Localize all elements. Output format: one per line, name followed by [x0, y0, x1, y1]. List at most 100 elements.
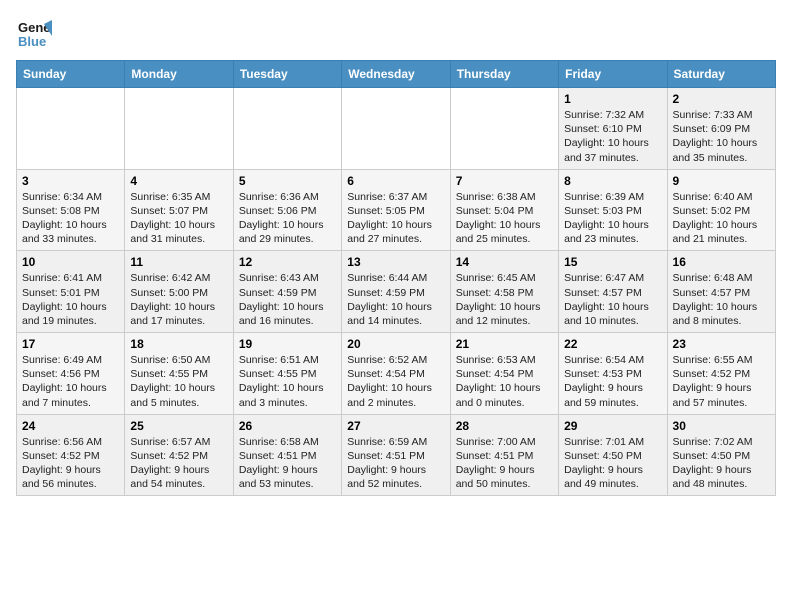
day-number: 16 [673, 255, 770, 269]
day-number: 9 [673, 174, 770, 188]
calendar-cell: 25 Sunrise: 6:57 AM Sunset: 4:52 PM Dayli… [125, 414, 233, 496]
day-number: 21 [456, 337, 553, 351]
calendar-cell: 28Sunrise: 7:00 AM Sunset: 4:51 PM Dayli… [450, 414, 558, 496]
calendar-week-row: 10 Sunrise: 6:41 AM Sunset: 5:01 PM Dayli… [17, 251, 776, 333]
day-detail: Sunrise: 6:53 AM Sunset: 4:54 PM Dayligh… [456, 353, 553, 410]
day-header-monday: Monday [125, 61, 233, 88]
calendar-week-row: 17 Sunrise: 6:49 AM Sunset: 4:56 PM Dayli… [17, 333, 776, 415]
day-header-thursday: Thursday [450, 61, 558, 88]
day-detail: Sunrise: 6:55 AM Sunset: 4:52 PM Dayligh… [673, 353, 770, 410]
day-header-wednesday: Wednesday [342, 61, 450, 88]
day-detail: Sunrise: 6:48 AM Sunset: 4:57 PM Dayligh… [673, 271, 770, 328]
day-number: 4 [130, 174, 227, 188]
day-detail: Sunrise: 6:52 AM Sunset: 4:54 PM Dayligh… [347, 353, 444, 410]
day-number: 8 [564, 174, 661, 188]
calendar-cell [450, 88, 558, 170]
day-detail: Sunrise: 6:50 AM Sunset: 4:55 PM Dayligh… [130, 353, 227, 410]
day-header-saturday: Saturday [667, 61, 775, 88]
calendar-cell: 27 Sunrise: 6:59 AM Sunset: 4:51 PM Dayli… [342, 414, 450, 496]
day-number: 12 [239, 255, 336, 269]
day-detail: Sunrise: 6:54 AM Sunset: 4:53 PM Dayligh… [564, 353, 661, 410]
calendar-cell: 2 Sunrise: 7:33 AM Sunset: 6:09 PM Daylig… [667, 88, 775, 170]
day-detail: Sunrise: 6:34 AM Sunset: 5:08 PM Dayligh… [22, 190, 119, 247]
calendar-cell: 14 Sunrise: 6:45 AM Sunset: 4:58 PM Dayli… [450, 251, 558, 333]
day-number: 29 [564, 419, 661, 433]
calendar-cell: 10 Sunrise: 6:41 AM Sunset: 5:01 PM Dayli… [17, 251, 125, 333]
day-number: 30 [673, 419, 770, 433]
day-detail: Sunrise: 7:33 AM Sunset: 6:09 PM Dayligh… [673, 108, 770, 165]
day-number: 2 [673, 92, 770, 106]
day-number: 25 [130, 419, 227, 433]
day-detail: Sunrise: 6:57 AM Sunset: 4:52 PM Dayligh… [130, 435, 227, 492]
day-detail: Sunrise: 6:38 AM Sunset: 5:04 PM Dayligh… [456, 190, 553, 247]
day-detail: Sunrise: 6:35 AM Sunset: 5:07 PM Dayligh… [130, 190, 227, 247]
day-number: 19 [239, 337, 336, 351]
calendar: SundayMondayTuesdayWednesdayThursdayFrid… [16, 60, 776, 496]
calendar-cell: 26 Sunrise: 6:58 AM Sunset: 4:51 PM Dayli… [233, 414, 341, 496]
day-header-sunday: Sunday [17, 61, 125, 88]
day-number: 27 [347, 419, 444, 433]
day-detail: Sunrise: 7:02 AM Sunset: 4:50 PM Dayligh… [673, 435, 770, 492]
calendar-cell: 1Sunrise: 7:32 AM Sunset: 6:10 PM Daylig… [559, 88, 667, 170]
day-detail: Sunrise: 6:59 AM Sunset: 4:51 PM Dayligh… [347, 435, 444, 492]
day-detail: Sunrise: 7:32 AM Sunset: 6:10 PM Dayligh… [564, 108, 661, 165]
calendar-cell: 29 Sunrise: 7:01 AM Sunset: 4:50 PM Dayli… [559, 414, 667, 496]
day-detail: Sunrise: 6:49 AM Sunset: 4:56 PM Dayligh… [22, 353, 119, 410]
calendar-cell: 7 Sunrise: 6:38 AM Sunset: 5:04 PM Daylig… [450, 169, 558, 251]
day-detail: Sunrise: 6:47 AM Sunset: 4:57 PM Dayligh… [564, 271, 661, 328]
calendar-cell: 19 Sunrise: 6:51 AM Sunset: 4:55 PM Dayli… [233, 333, 341, 415]
logo: General Blue [16, 16, 52, 52]
calendar-cell: 15 Sunrise: 6:47 AM Sunset: 4:57 PM Dayli… [559, 251, 667, 333]
svg-text:Blue: Blue [18, 34, 46, 49]
calendar-week-row: 3 Sunrise: 6:34 AM Sunset: 5:08 PM Daylig… [17, 169, 776, 251]
day-detail: Sunrise: 7:01 AM Sunset: 4:50 PM Dayligh… [564, 435, 661, 492]
calendar-week-row: 1Sunrise: 7:32 AM Sunset: 6:10 PM Daylig… [17, 88, 776, 170]
day-number: 26 [239, 419, 336, 433]
day-detail: Sunrise: 6:58 AM Sunset: 4:51 PM Dayligh… [239, 435, 336, 492]
calendar-cell [125, 88, 233, 170]
calendar-cell: 16 Sunrise: 6:48 AM Sunset: 4:57 PM Dayli… [667, 251, 775, 333]
day-detail: Sunrise: 6:39 AM Sunset: 5:03 PM Dayligh… [564, 190, 661, 247]
day-header-tuesday: Tuesday [233, 61, 341, 88]
day-detail: Sunrise: 6:45 AM Sunset: 4:58 PM Dayligh… [456, 271, 553, 328]
calendar-cell [342, 88, 450, 170]
calendar-cell: 18 Sunrise: 6:50 AM Sunset: 4:55 PM Dayli… [125, 333, 233, 415]
day-number: 23 [673, 337, 770, 351]
day-detail: Sunrise: 6:43 AM Sunset: 4:59 PM Dayligh… [239, 271, 336, 328]
calendar-cell: 22 Sunrise: 6:54 AM Sunset: 4:53 PM Dayli… [559, 333, 667, 415]
day-number: 28 [456, 419, 553, 433]
calendar-cell: 9Sunrise: 6:40 AM Sunset: 5:02 PM Daylig… [667, 169, 775, 251]
calendar-cell [233, 88, 341, 170]
calendar-cell: 4 Sunrise: 6:35 AM Sunset: 5:07 PM Daylig… [125, 169, 233, 251]
calendar-cell: 5 Sunrise: 6:36 AM Sunset: 5:06 PM Daylig… [233, 169, 341, 251]
calendar-cell: 20 Sunrise: 6:52 AM Sunset: 4:54 PM Dayli… [342, 333, 450, 415]
day-detail: Sunrise: 6:42 AM Sunset: 5:00 PM Dayligh… [130, 271, 227, 328]
calendar-cell: 13Sunrise: 6:44 AM Sunset: 4:59 PM Dayli… [342, 251, 450, 333]
day-number: 3 [22, 174, 119, 188]
day-number: 22 [564, 337, 661, 351]
calendar-cell: 8 Sunrise: 6:39 AM Sunset: 5:03 PM Daylig… [559, 169, 667, 251]
calendar-week-row: 24 Sunrise: 6:56 AM Sunset: 4:52 PM Dayli… [17, 414, 776, 496]
day-detail: Sunrise: 6:44 AM Sunset: 4:59 PM Dayligh… [347, 271, 444, 328]
day-number: 18 [130, 337, 227, 351]
day-number: 5 [239, 174, 336, 188]
calendar-cell: 6 Sunrise: 6:37 AM Sunset: 5:05 PM Daylig… [342, 169, 450, 251]
day-number: 10 [22, 255, 119, 269]
day-number: 6 [347, 174, 444, 188]
day-number: 7 [456, 174, 553, 188]
day-detail: Sunrise: 6:41 AM Sunset: 5:01 PM Dayligh… [22, 271, 119, 328]
day-header-friday: Friday [559, 61, 667, 88]
day-detail: Sunrise: 6:37 AM Sunset: 5:05 PM Dayligh… [347, 190, 444, 247]
day-detail: Sunrise: 6:36 AM Sunset: 5:06 PM Dayligh… [239, 190, 336, 247]
day-number: 20 [347, 337, 444, 351]
calendar-cell: 12 Sunrise: 6:43 AM Sunset: 4:59 PM Dayli… [233, 251, 341, 333]
day-number: 17 [22, 337, 119, 351]
day-number: 15 [564, 255, 661, 269]
header: General Blue [16, 16, 776, 52]
day-detail: Sunrise: 6:56 AM Sunset: 4:52 PM Dayligh… [22, 435, 119, 492]
day-detail: Sunrise: 6:51 AM Sunset: 4:55 PM Dayligh… [239, 353, 336, 410]
day-number: 24 [22, 419, 119, 433]
calendar-header-row: SundayMondayTuesdayWednesdayThursdayFrid… [17, 61, 776, 88]
day-number: 14 [456, 255, 553, 269]
day-number: 11 [130, 255, 227, 269]
